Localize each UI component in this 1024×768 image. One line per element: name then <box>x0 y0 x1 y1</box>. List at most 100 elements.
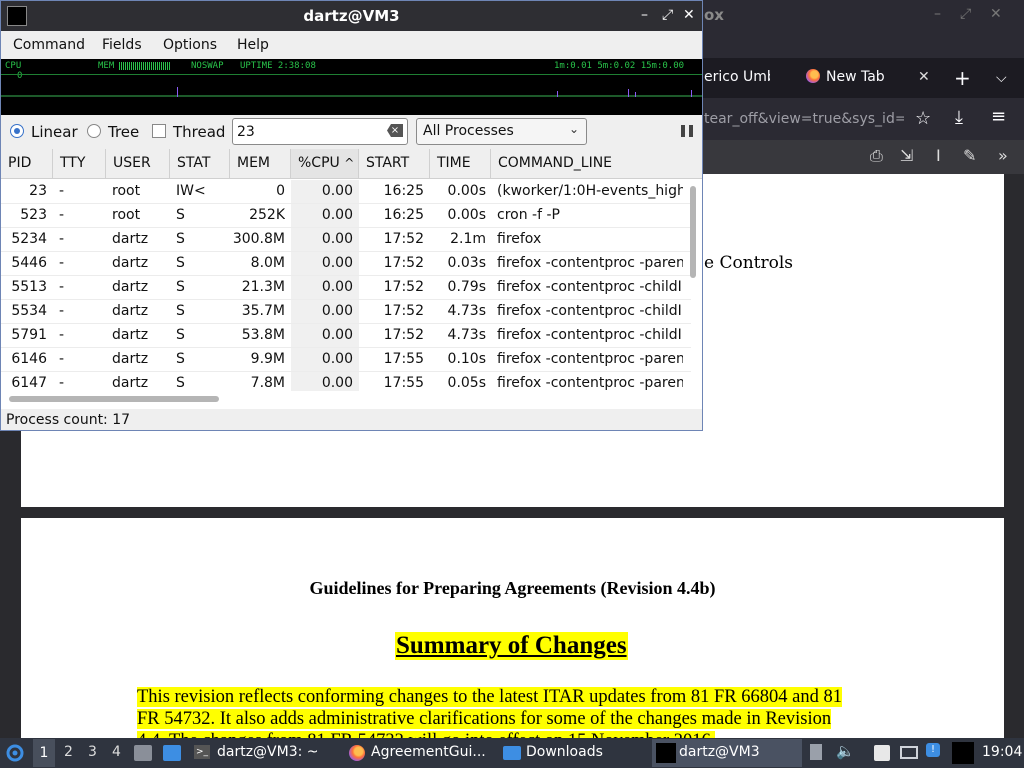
horizontal-scrollbar[interactable] <box>9 396 219 402</box>
cell-tty: - <box>59 231 65 247</box>
menu-help[interactable]: Help <box>237 37 269 53</box>
minimize-icon[interactable]: – <box>641 7 648 23</box>
task-process-monitor[interactable]: dartz@VM3 <box>652 739 802 767</box>
tray-app-icon[interactable] <box>952 742 974 764</box>
table-row[interactable]: 6146- dartz S 9.9M 0.00 17:55 0.10s firefox -co… <box>1 348 691 372</box>
cell-user: dartz <box>112 327 149 343</box>
task-downloads[interactable]: Downloads <box>500 739 640 767</box>
workspace-2[interactable]: 2 <box>64 744 73 760</box>
vertical-scrollbar[interactable] <box>690 186 696 278</box>
cell-pid: 523 <box>20 207 47 223</box>
task-terminal-label: dartz@VM3: ~ <box>217 744 319 760</box>
clear-search-icon[interactable]: × <box>387 124 403 137</box>
process-filter-select[interactable]: All Processes ⌄ <box>416 118 587 145</box>
col-user[interactable]: USER <box>106 149 170 178</box>
task-process-monitor-label: dartz@VM3 <box>679 744 760 760</box>
cell-user: dartz <box>112 255 149 271</box>
task-firefox-label: AgreementGui... <box>371 744 486 760</box>
search-box[interactable]: × <box>232 118 408 145</box>
pause-icon[interactable] <box>681 125 695 137</box>
task-terminal[interactable]: >_ dartz@VM3: ~ <box>190 739 330 767</box>
cell-time: 0.05s <box>447 375 486 391</box>
cell-pid: 5446 <box>11 255 47 271</box>
process-filter-value: All Processes <box>423 123 514 139</box>
table-row[interactable]: 23- root IW< 0 0.00 16:25 0.00s (kworker/1:0H-e… <box>1 180 691 204</box>
url-bar[interactable]: tear_off&view=true&sys_id= <box>704 103 904 135</box>
network-icon[interactable] <box>900 746 918 759</box>
file-manager-launcher-icon[interactable] <box>134 745 152 761</box>
print-icon[interactable]: ⎙ <box>870 146 883 166</box>
pdf-page: Guidelines for Preparing Agreements (Rev… <box>21 518 1004 740</box>
thread-checkbox[interactable] <box>152 124 166 138</box>
table-header: PID TTY USER STAT MEM %CPU ^ START TIME … <box>1 149 702 179</box>
minimize-icon[interactable]: – <box>934 6 941 22</box>
tab-list-chevron-icon[interactable]: ⌵ <box>996 70 1007 86</box>
workspace-3[interactable]: 3 <box>88 744 97 760</box>
thread-label[interactable]: Thread <box>173 123 225 141</box>
tree-label[interactable]: Tree <box>108 123 139 141</box>
tree-radio[interactable] <box>87 124 101 138</box>
bookmark-star-icon[interactable]: ☆ <box>915 108 931 129</box>
downloads-icon[interactable]: ⤓ <box>955 107 963 128</box>
cell-time: 0.00s <box>447 207 486 223</box>
linear-radio[interactable] <box>10 124 24 138</box>
clipboard-icon[interactable] <box>810 744 822 760</box>
table-row[interactable]: 5513- dartz S 21.3M 0.00 17:52 0.79s firefox -c… <box>1 276 691 300</box>
menu-fields[interactable]: Fields <box>102 37 142 53</box>
mem-label: MEM <box>98 61 115 71</box>
desktop-launcher-icon[interactable] <box>163 745 181 761</box>
col-mem[interactable]: MEM <box>230 149 291 178</box>
linear-label[interactable]: Linear <box>31 123 78 141</box>
cell-cpu: 0.00 <box>291 300 359 323</box>
col-cpu[interactable]: %CPU ^ <box>291 149 359 178</box>
workspace-1[interactable]: 1 <box>33 739 55 767</box>
table-row[interactable]: 5234- dartz S 300.8M 0.00 17:52 2.1m firefox <box>1 228 691 252</box>
text-cursor-icon[interactable]: I <box>936 146 941 165</box>
menu-hamburger-icon[interactable]: ≡ <box>991 106 1006 127</box>
col-start[interactable]: START <box>359 149 430 178</box>
table-row[interactable]: 5446- dartz S 8.0M 0.00 17:52 0.03s firefox -co… <box>1 252 691 276</box>
cell-tty: - <box>59 303 65 319</box>
maximize-icon[interactable]: ⤢ <box>662 7 673 23</box>
col-command-line[interactable]: COMMAND_LINE <box>491 149 702 178</box>
cell-cmd: firefox -contentproc -parentBuildID <box>497 351 683 367</box>
workspace-4[interactable]: 4 <box>112 744 121 760</box>
col-pid[interactable]: PID <box>1 149 53 178</box>
table-row[interactable]: 523- root S 252K 0.00 16:25 0.00s cron -f -P <box>1 204 691 228</box>
cell-stat: S <box>176 279 185 295</box>
tab-partial-label: erico Umb <box>704 69 770 85</box>
col-time[interactable]: TIME <box>430 149 491 178</box>
firefox-title: ox <box>704 6 724 24</box>
close-icon[interactable]: ✕ <box>990 6 1002 22</box>
save-icon[interactable]: ⇲ <box>900 146 913 165</box>
table-row[interactable]: 5534- dartz S 35.7M 0.00 17:52 4.73s firefox -c… <box>1 300 691 324</box>
draw-icon[interactable]: ✎ <box>963 146 976 165</box>
task-firefox[interactable]: AgreementGui... <box>345 739 495 767</box>
cell-start: 16:25 <box>383 183 424 199</box>
cell-pid: 5791 <box>11 327 47 343</box>
tab-partial[interactable]: erico Umb <box>704 58 770 98</box>
search-input[interactable] <box>237 122 377 141</box>
update-icon[interactable]: ! <box>926 743 940 757</box>
volume-icon[interactable]: 🔈 <box>836 742 855 760</box>
new-tab-plus-icon[interactable]: + <box>954 66 971 90</box>
start-menu-icon[interactable] <box>6 744 24 762</box>
close-icon[interactable]: ✕ <box>683 7 695 23</box>
notes-icon[interactable] <box>874 745 890 761</box>
maximize-icon[interactable]: ⤢ <box>960 6 971 22</box>
col-stat[interactable]: STAT <box>170 149 230 178</box>
cell-time: 2.1m <box>450 231 486 247</box>
menubar: Command Fields Options Help <box>1 31 702 59</box>
table-row[interactable]: 5791- dartz S 53.8M 0.00 17:52 4.73s firefox -c… <box>1 324 691 348</box>
cell-tty: - <box>59 207 65 223</box>
cell-cmd: firefox <box>497 231 542 247</box>
tab-new-tab[interactable]: New Tab ✕ <box>806 58 936 98</box>
tab-close-icon[interactable]: ✕ <box>918 58 930 96</box>
menu-command[interactable]: Command <box>13 37 85 53</box>
tools-more-icon[interactable]: » <box>998 146 1008 165</box>
table-row[interactable]: 6147- dartz S 7.8M 0.00 17:55 0.05s firefox -co… <box>1 372 691 391</box>
cell-start: 17:52 <box>383 279 424 295</box>
graph-spike <box>628 89 629 97</box>
col-tty[interactable]: TTY <box>53 149 106 178</box>
menu-options[interactable]: Options <box>163 37 217 53</box>
